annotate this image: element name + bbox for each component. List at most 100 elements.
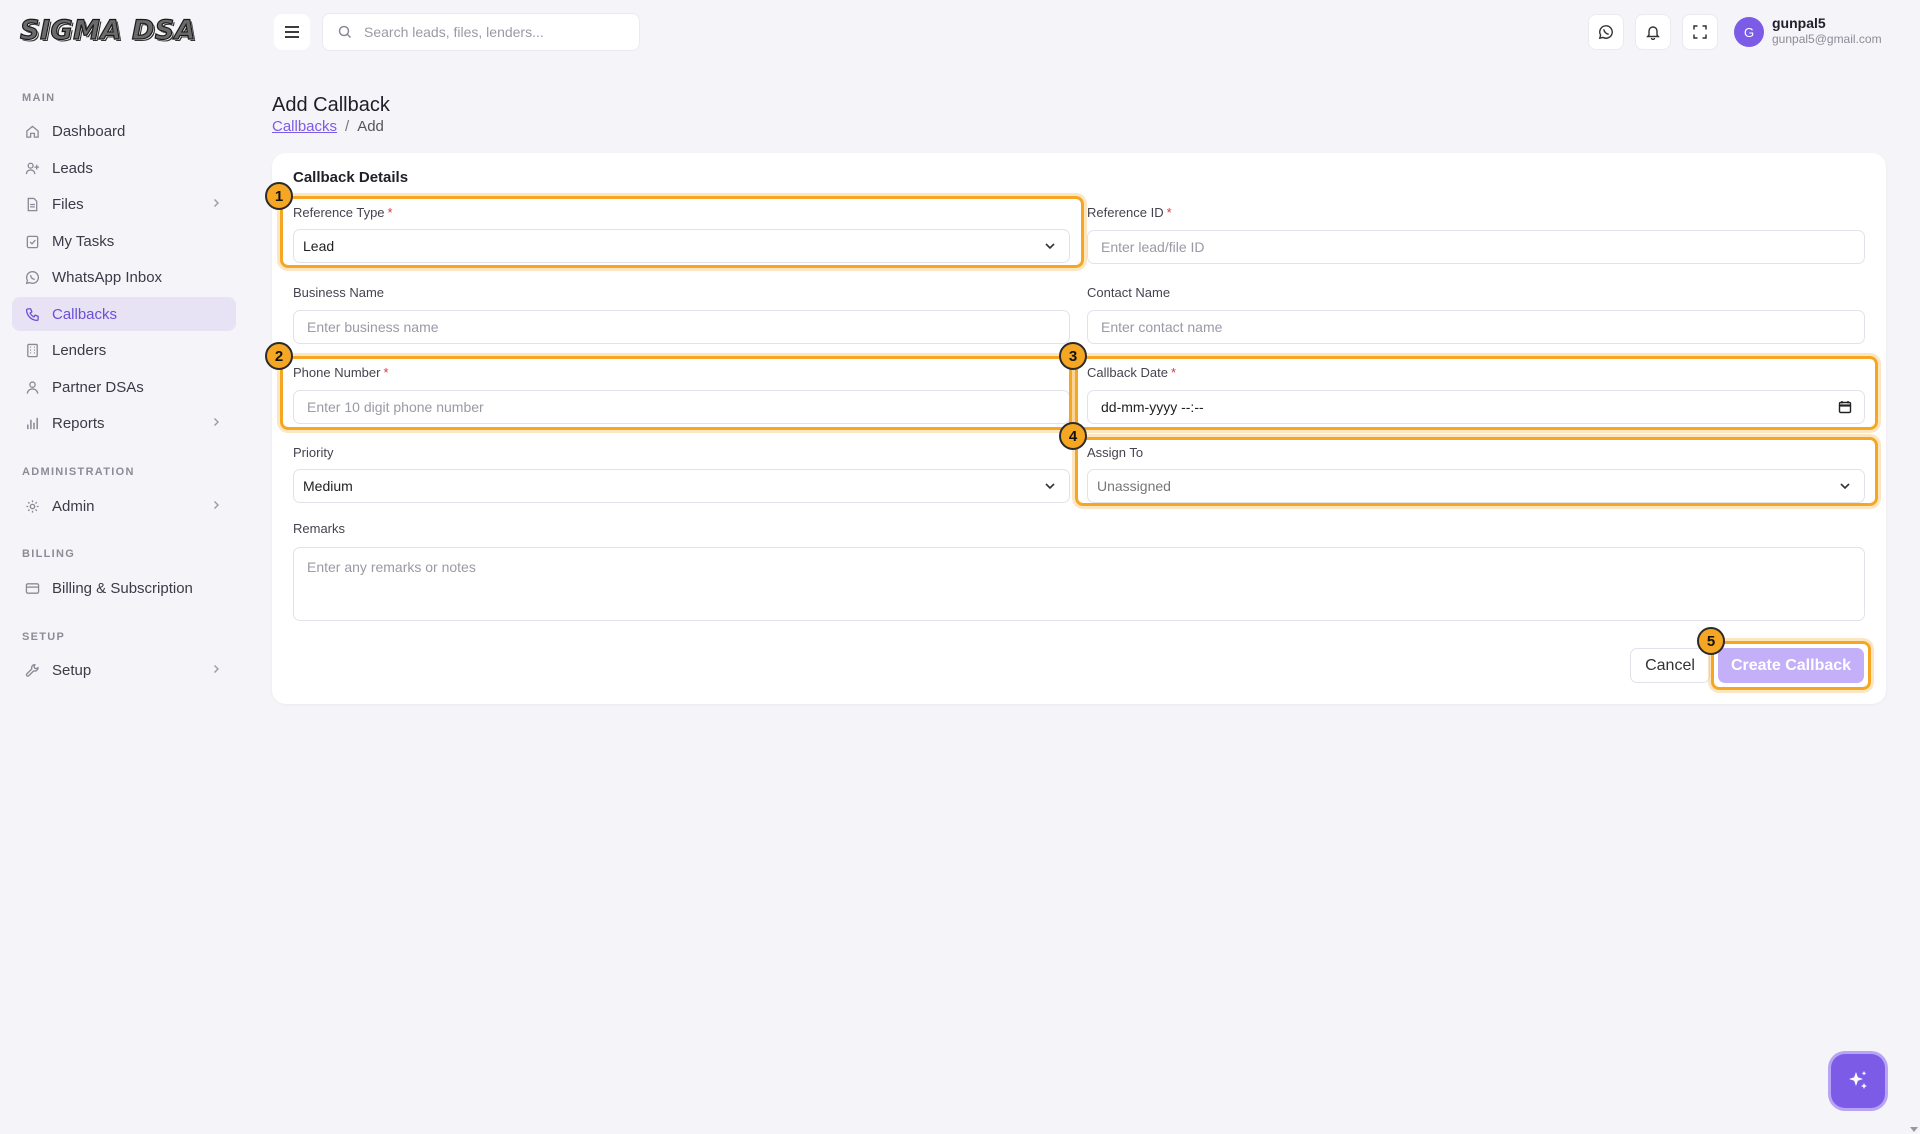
clipboard-check-icon [24, 233, 40, 249]
callback-date-label: Callback Date * [1087, 365, 1176, 380]
priority-select[interactable]: Medium [293, 469, 1070, 503]
sidebar-item-label: Leads [52, 159, 93, 177]
contact-name-input[interactable] [1088, 311, 1864, 343]
app-logo[interactable]: SIGMA DSA [19, 14, 200, 48]
page-scrollbar[interactable] [1910, 0, 1920, 1134]
step-badge-2: 2 [265, 342, 293, 370]
phone-number-label-text: Phone Number [293, 365, 381, 380]
business-name-field [293, 310, 1070, 344]
whatsapp-icon [1598, 25, 1613, 40]
business-name-input[interactable] [294, 311, 1069, 343]
ai-assistant-button[interactable] [1831, 1054, 1885, 1108]
user-plus-icon [24, 160, 40, 176]
reference-id-label-text: Reference ID [1087, 205, 1164, 220]
sidebar-item-lenders[interactable]: Lenders [12, 333, 236, 367]
priority-label: Priority [293, 445, 334, 460]
avatar[interactable]: G [1734, 17, 1764, 47]
calendar-icon[interactable] [1838, 400, 1852, 414]
chevron-right-icon [214, 418, 219, 426]
required-marker: * [387, 205, 393, 220]
phone-number-field [293, 390, 1070, 424]
sidebar-item-admin[interactable]: Admin [12, 489, 236, 523]
create-callback-button[interactable]: Create Callback [1718, 648, 1864, 683]
chevron-down-icon [1045, 243, 1055, 250]
assign-to-value: Unassigned [1097, 478, 1171, 494]
sidebar-item-label: Files [52, 195, 84, 213]
step-badge-1: 1 [265, 182, 293, 210]
home-icon [24, 123, 40, 139]
sidebar-item-callbacks[interactable]: Callbacks [12, 297, 236, 331]
page-title: Add Callback [272, 94, 390, 116]
reference-type-label-text: Reference Type [293, 205, 385, 220]
sidebar-item-my-tasks[interactable]: My Tasks [12, 224, 236, 258]
sidebar-item-billing-subscription[interactable]: Billing & Subscription [12, 571, 236, 605]
assign-to-select[interactable]: Unassigned [1087, 469, 1865, 503]
chevron-right-icon [214, 665, 219, 673]
contact-name-label: Contact Name [1087, 285, 1171, 300]
sidebar-item-label: WhatsApp Inbox [52, 268, 163, 286]
scroll-down-arrow[interactable] [1910, 1127, 1918, 1132]
contact-name-field [1087, 310, 1865, 344]
logo-text: SIGMA DSA [19, 14, 197, 46]
remarks-label: Remarks [293, 521, 346, 536]
sidebar-item-files[interactable]: Files [12, 187, 236, 221]
step-badge-5: 5 [1697, 627, 1725, 655]
phone-number-label: Phone Number * [293, 365, 389, 380]
callback-date-value: dd-mm-yyyy --:-- [1101, 399, 1204, 415]
sidebar-item-label: Dashboard [52, 122, 126, 140]
sidebar-item-reports[interactable]: Reports [12, 406, 236, 440]
business-name-label: Business Name [293, 285, 385, 300]
search-input[interactable] [362, 23, 626, 41]
sidebar: SIGMA DSA MAIN Dashboard Leads Files My … [0, 0, 248, 1134]
bell-icon [1646, 26, 1660, 40]
required-marker: * [383, 365, 389, 380]
sidebar-item-label: Callbacks [52, 305, 118, 323]
step-badge-3: 3 [1059, 342, 1087, 370]
hamburger-menu-button[interactable] [274, 14, 310, 50]
chevron-down-icon [1045, 483, 1055, 490]
gear-icon [24, 498, 40, 514]
sidebar-item-label: My Tasks [52, 232, 115, 250]
sidebar-item-label: Reports [52, 414, 105, 432]
search-icon [338, 25, 352, 39]
required-marker: * [1170, 365, 1176, 380]
breadcrumb-separator: / [345, 118, 350, 135]
assign-to-label: Assign To [1087, 445, 1144, 460]
fullscreen-button[interactable] [1682, 14, 1718, 50]
required-marker: * [1166, 205, 1172, 220]
sidebar-item-setup[interactable]: Setup [12, 653, 236, 687]
users-icon [24, 379, 40, 395]
notifications-button[interactable] [1635, 14, 1671, 50]
reference-type-value: Lead [303, 238, 335, 254]
credit-card-icon [24, 580, 40, 596]
sidebar-item-label: Lenders [52, 341, 107, 359]
sidebar-item-leads[interactable]: Leads [12, 151, 236, 185]
remarks-textarea[interactable] [294, 548, 1864, 642]
user-name[interactable]: gunpal5 [1772, 15, 1826, 31]
remarks-field [293, 547, 1865, 642]
fullscreen-icon [1693, 25, 1707, 39]
whatsapp-icon [24, 269, 40, 285]
phone-number-input[interactable] [294, 391, 1069, 423]
sidebar-item-partner-dsas[interactable]: Partner DSAs [12, 370, 236, 404]
whatsapp-button[interactable] [1588, 14, 1624, 50]
chevron-right-icon [214, 199, 219, 207]
card-title: Callback Details [293, 169, 409, 186]
sidebar-item-label: Partner DSAs [52, 378, 144, 396]
cancel-button[interactable]: Cancel [1630, 648, 1710, 683]
wrench-icon [24, 662, 40, 678]
sparkles-icon [1849, 1071, 1867, 1089]
sidebar-item-dashboard[interactable]: Dashboard [12, 114, 236, 148]
breadcrumb-callbacks-link[interactable]: Callbacks [272, 118, 337, 135]
reference-id-label: Reference ID * [1087, 205, 1172, 220]
callback-date-input[interactable]: dd-mm-yyyy --:-- [1087, 390, 1865, 424]
reference-type-select[interactable]: Lead [293, 229, 1070, 263]
section-label-main: MAIN [22, 92, 56, 104]
breadcrumb-current: Add [357, 118, 384, 135]
user-email: gunpal5@gmail.com [1772, 32, 1882, 46]
sidebar-item-whatsapp-inbox[interactable]: WhatsApp Inbox [12, 260, 236, 294]
step-badge-4: 4 [1059, 422, 1087, 450]
global-search [322, 13, 640, 51]
hamburger-icon [285, 26, 299, 38]
reference-id-input[interactable] [1088, 231, 1864, 263]
